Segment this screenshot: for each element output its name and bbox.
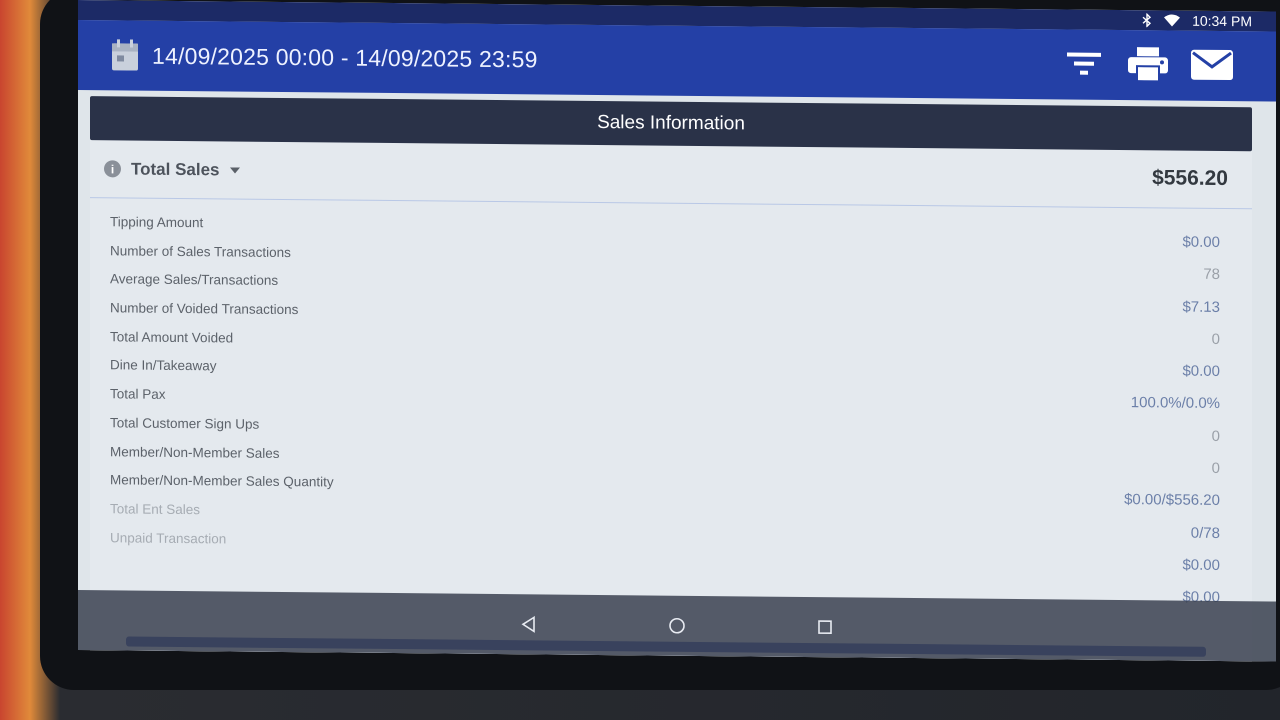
- bluetooth-icon: [1142, 13, 1152, 28]
- status-time: 10:34 PM: [1192, 12, 1252, 30]
- android-nav-bar: [78, 590, 1276, 662]
- dropdown-caret-icon[interactable]: [229, 166, 240, 174]
- metric-label: Dine In/Takeaway: [110, 357, 217, 374]
- back-icon: [521, 615, 535, 633]
- calendar-icon[interactable]: [110, 38, 140, 72]
- recents-icon: [818, 620, 832, 635]
- metric-label: Total Customer Sign Ups: [110, 415, 260, 432]
- app-header: 14/09/2025 00:00 - 14/09/2025 23:59: [78, 20, 1276, 102]
- metric-value: $0.00: [1182, 233, 1220, 251]
- metric-value: $0.00: [1182, 556, 1220, 574]
- info-icon[interactable]: i: [104, 160, 121, 178]
- metric-label: Tipping Amount: [110, 214, 204, 231]
- total-sales-label: Total Sales: [131, 159, 220, 179]
- filter-icon: [1067, 52, 1101, 75]
- tablet-screen: 10:34 PM 14/09/2025 00:00 - 14/09/2025 2…: [78, 0, 1276, 662]
- print-button[interactable]: [1126, 44, 1170, 84]
- email-button[interactable]: [1190, 45, 1234, 85]
- metric-label: Unpaid Transaction: [110, 529, 227, 546]
- metric-value: 0: [1211, 427, 1220, 445]
- filter-button[interactable]: [1062, 43, 1106, 83]
- home-button[interactable]: [657, 606, 697, 646]
- metric-value: $7.13: [1182, 298, 1220, 316]
- recents-button[interactable]: [805, 607, 845, 647]
- metric-value: 0: [1211, 459, 1220, 478]
- header-actions: [1062, 43, 1234, 85]
- email-icon: [1191, 49, 1233, 81]
- metric-label: Number of Voided Transactions: [110, 300, 299, 318]
- photo-scene: 10:34 PM 14/09/2025 00:00 - 14/09/2025 2…: [0, 0, 1280, 720]
- back-button[interactable]: [509, 604, 549, 644]
- metric-value: $0.00/$556.20: [1124, 491, 1220, 510]
- metric-label: Total Ent Sales: [110, 501, 201, 518]
- metric-value: 78: [1203, 266, 1220, 284]
- section-title: Sales Information: [597, 111, 745, 135]
- metric-label: Total Pax: [110, 386, 166, 402]
- metric-label: Average Sales/Transactions: [110, 271, 279, 289]
- metric-value: 0/78: [1190, 524, 1220, 542]
- date-range-text[interactable]: 14/09/2025 00:00 - 14/09/2025 23:59: [152, 42, 538, 73]
- total-sales-row[interactable]: i Total Sales $556.20: [90, 140, 1252, 210]
- metric-label: Number of Sales Transactions: [110, 242, 291, 260]
- metric-label: Total Amount Voided: [110, 329, 234, 346]
- metric-label: Member/Non-Member Sales Quantity: [110, 472, 334, 490]
- metric-label: Member/Non-Member Sales: [110, 443, 280, 461]
- metric-labels: Tipping Amount Number of Sales Transacti…: [110, 208, 334, 554]
- metric-value: $0.00: [1182, 362, 1220, 381]
- total-sales-value: $556.20: [1152, 166, 1228, 191]
- wifi-icon: [1164, 14, 1181, 27]
- metric-values: $0.00 78 $7.13 0 $0.00 100.0%/0.0% 0 0 $…: [1124, 226, 1220, 614]
- home-icon: [669, 617, 685, 634]
- metric-value: 100.0%/0.0%: [1130, 394, 1220, 413]
- metric-value: 0: [1211, 330, 1220, 348]
- print-icon: [1128, 47, 1168, 83]
- sales-report-panel: Sales Information i Total Sales $556.20 …: [90, 96, 1252, 662]
